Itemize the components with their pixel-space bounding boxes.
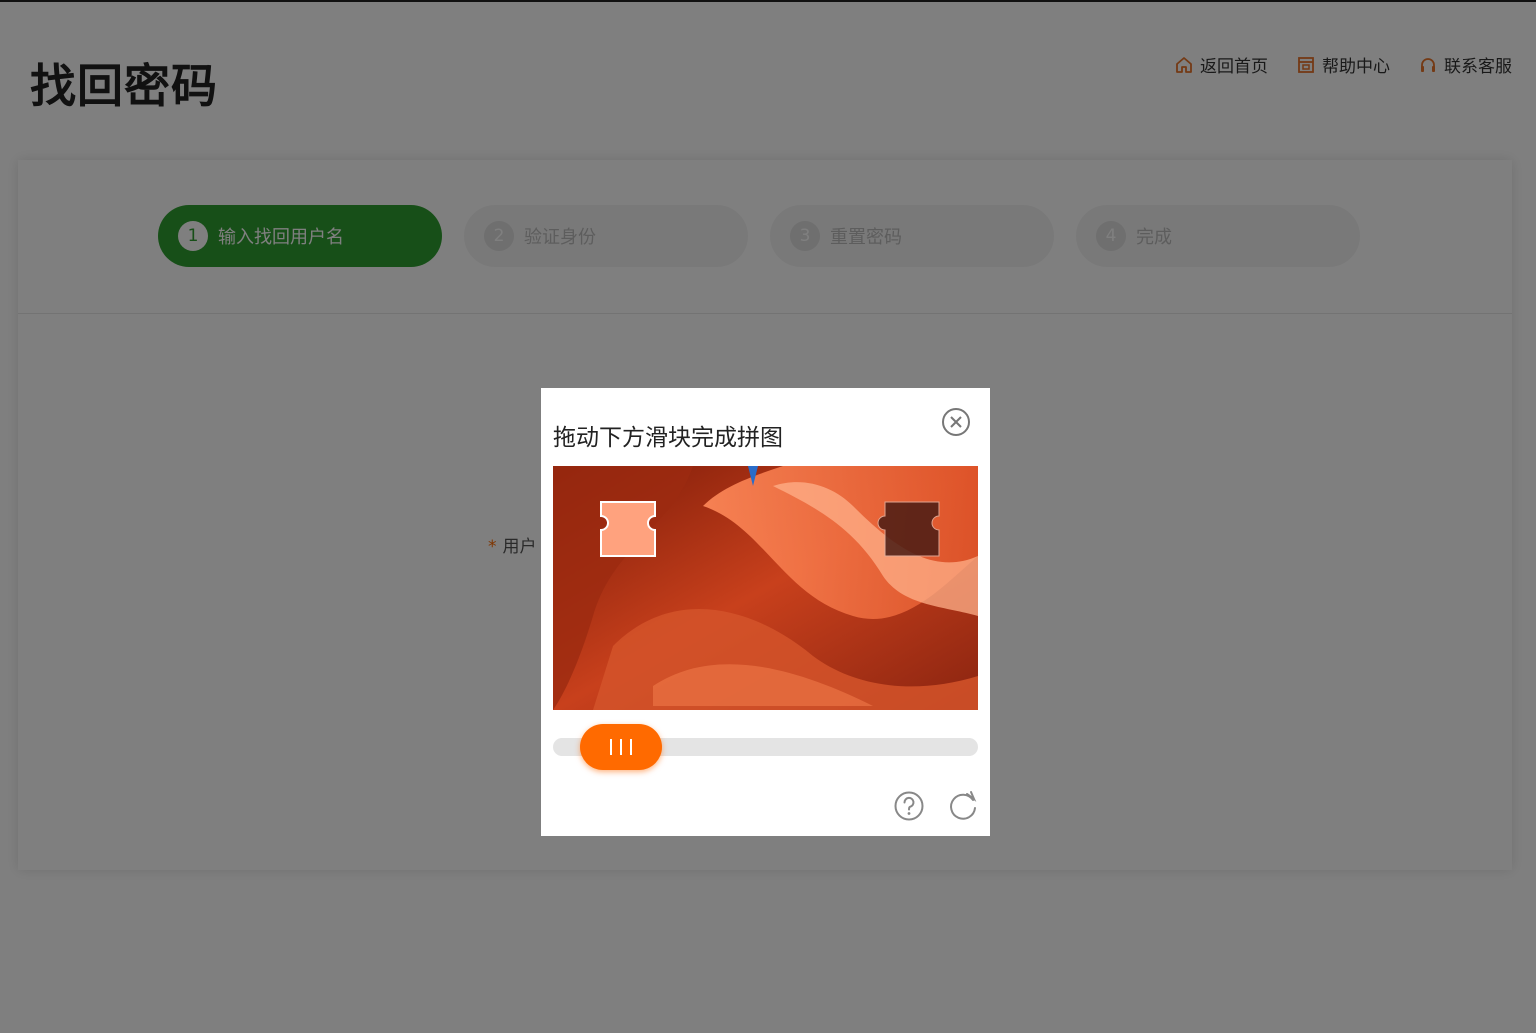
grip-line bbox=[630, 739, 632, 755]
close-icon bbox=[942, 408, 970, 436]
close-button[interactable] bbox=[941, 407, 971, 437]
captcha-title: 拖动下方滑块完成拼图 bbox=[553, 425, 783, 451]
grip-line bbox=[610, 739, 612, 755]
puzzle-target-slot bbox=[877, 501, 940, 557]
help-button[interactable] bbox=[893, 790, 925, 822]
refresh-icon bbox=[950, 791, 977, 820]
puzzle-image bbox=[553, 466, 978, 710]
slider-handle[interactable] bbox=[580, 724, 662, 770]
refresh-button[interactable] bbox=[947, 788, 979, 822]
question-icon bbox=[894, 791, 924, 821]
puzzle-piece bbox=[600, 501, 656, 557]
captcha-modal: 拖动下方滑块完成拼图 bbox=[541, 388, 990, 836]
grip-line bbox=[620, 739, 622, 755]
